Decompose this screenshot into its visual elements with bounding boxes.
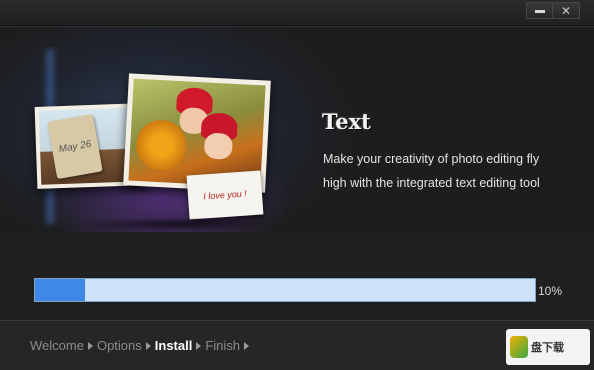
feature-banner: May 26 I love you ! Text Make your creat… — [0, 26, 594, 233]
title-bar: ✕ — [0, 0, 594, 26]
progress-fill — [35, 279, 85, 301]
progress-percent: 10% — [538, 284, 563, 298]
watermark-text: 盘下载 — [531, 342, 564, 354]
watermark-logo: 盘下载 — [506, 329, 590, 365]
minimize-button[interactable] — [526, 2, 553, 19]
step-welcome: Welcome — [30, 338, 84, 353]
step-options: Options — [96, 338, 142, 353]
footer: Welcome Options Install Finish 盘下载 — [0, 320, 594, 370]
feature-description: Make your creativity of photo editing fl… — [323, 147, 583, 195]
close-icon: ✕ — [560, 3, 572, 18]
love-note: I love you ! — [186, 170, 264, 220]
step-finish: Finish — [205, 338, 241, 353]
close-button[interactable]: ✕ — [553, 2, 580, 19]
step-arrow-icon — [87, 341, 93, 350]
description-line-2: high with the integrated text editing to… — [323, 176, 540, 190]
logo-icon — [510, 336, 528, 358]
step-arrow-icon — [145, 341, 151, 350]
step-install: Install — [154, 338, 193, 353]
minimize-icon — [534, 10, 545, 13]
date-tag: May 26 — [47, 114, 103, 180]
hero-illustration: May 26 I love you ! — [16, 47, 312, 233]
step-arrow-icon — [244, 341, 250, 350]
progress-section: 10% — [0, 232, 594, 320]
feature-title: Text — [322, 109, 371, 134]
step-arrow-icon — [196, 341, 202, 350]
progress-bar — [34, 278, 536, 302]
description-line-1: Make your creativity of photo editing fl… — [323, 152, 540, 166]
window-controls: ✕ — [526, 2, 580, 19]
step-indicator: Welcome Options Install Finish — [30, 338, 253, 353]
